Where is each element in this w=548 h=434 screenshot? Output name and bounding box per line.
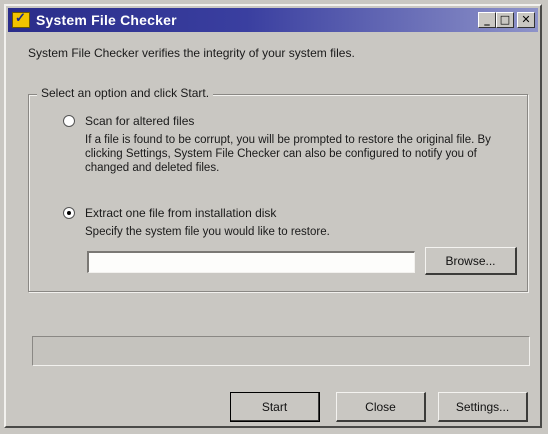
system-file-input[interactable] xyxy=(87,251,415,273)
description-text: System File Checker verifies the integri… xyxy=(28,46,355,60)
extract-option-help: Specify the system file you would like t… xyxy=(85,226,330,238)
scan-option-help: If a file is found to be corrupt, you wi… xyxy=(85,134,491,174)
browse-button[interactable]: Browse... xyxy=(425,247,517,275)
title-buttons: _ □ ✕ xyxy=(478,12,535,28)
start-button[interactable]: Start xyxy=(230,392,320,422)
settings-button[interactable]: Settings... xyxy=(438,392,528,422)
title-bar[interactable]: System File Checker _ □ ✕ xyxy=(8,8,538,32)
options-groupbox: Select an option and click Start. Scan f… xyxy=(28,86,528,292)
extract-radio[interactable] xyxy=(63,207,75,219)
close-button[interactable]: Close xyxy=(336,392,426,422)
window-title: System File Checker xyxy=(36,12,177,28)
groupbox-label: Select an option and click Start. xyxy=(37,86,214,100)
progress-status-bar xyxy=(32,336,530,366)
scan-option-label[interactable]: Scan for altered files xyxy=(85,114,194,128)
checkmark-app-icon xyxy=(12,10,30,28)
minimize-button[interactable]: _ xyxy=(478,12,496,28)
extract-option-label[interactable]: Extract one file from installation disk xyxy=(85,206,276,220)
system-file-checker-window: System File Checker _ □ ✕ System File Ch… xyxy=(4,4,542,428)
close-window-button[interactable]: ✕ xyxy=(517,12,535,28)
scan-radio[interactable] xyxy=(63,115,75,127)
maximize-button[interactable]: □ xyxy=(496,12,514,28)
